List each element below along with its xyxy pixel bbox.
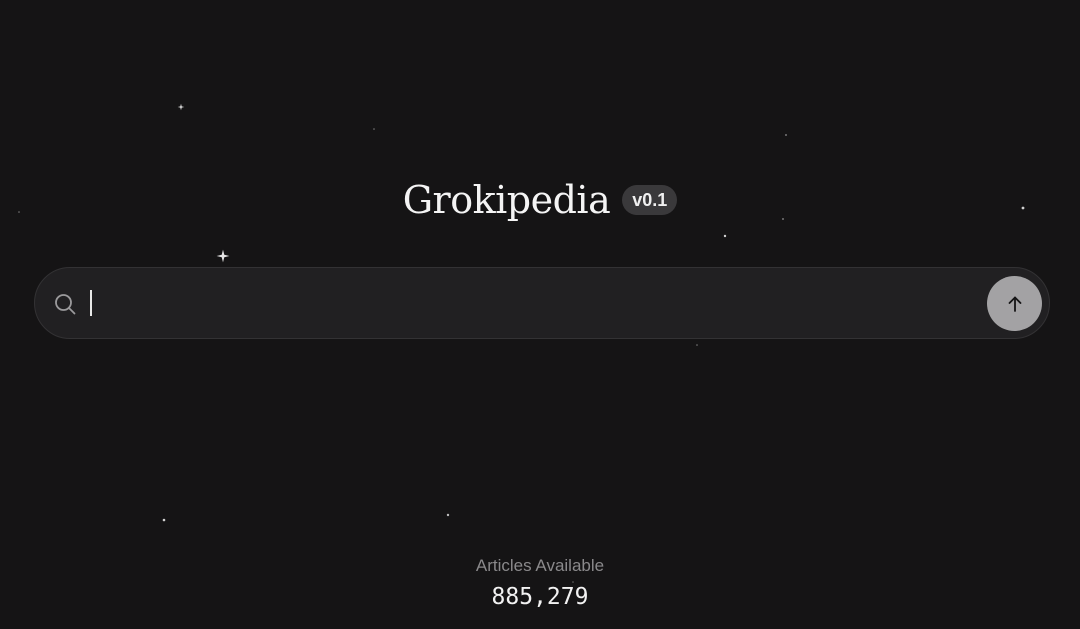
articles-available-label: Articles Available: [475, 556, 605, 575]
version-badge: v0.1: [622, 185, 678, 215]
sparkle-icon: [216, 249, 230, 263]
star-dot: [785, 134, 787, 136]
star-dot: [696, 344, 698, 346]
site-title: Grokipedia: [402, 178, 611, 222]
articles-count: 885,279: [491, 584, 589, 610]
header: Grokipedia v0.1: [0, 170, 1080, 230]
search-bar[interactable]: [34, 267, 1050, 339]
star-dot: [446, 513, 450, 517]
article-stats: Articles Available 885,279: [0, 556, 1080, 610]
search-icon: [53, 292, 77, 316]
star-dot: [373, 128, 375, 130]
search-input[interactable]: [89, 282, 973, 326]
text-cursor: [90, 290, 92, 316]
star-dot: [723, 234, 727, 238]
search-submit-button[interactable]: [987, 276, 1042, 331]
sparkle-icon: [177, 103, 185, 111]
star-dot: [162, 518, 166, 522]
arrow-up-icon: [1005, 294, 1025, 314]
